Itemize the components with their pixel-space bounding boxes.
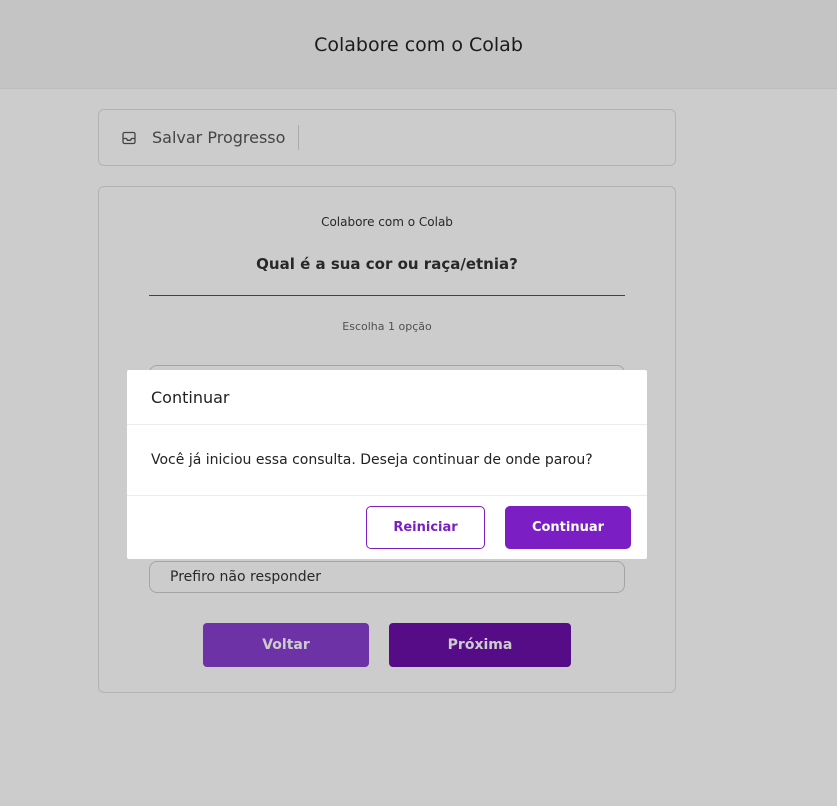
dialog-message: Você já iniciou essa consulta. Deseja co… [151,452,593,468]
continue-dialog: Continuar Você já iniciou essa consulta.… [127,370,647,559]
dialog-footer: Reiniciar Continuar [127,496,647,559]
dialog-body: Você já iniciou essa consulta. Deseja co… [127,425,647,496]
restart-button[interactable]: Reiniciar [366,506,485,549]
continue-button[interactable]: Continuar [505,506,631,549]
dialog-title: Continuar [151,387,230,407]
page: Colabore com o Colab Salvar Progresso Co… [0,0,837,806]
dialog-header: Continuar [127,370,647,425]
